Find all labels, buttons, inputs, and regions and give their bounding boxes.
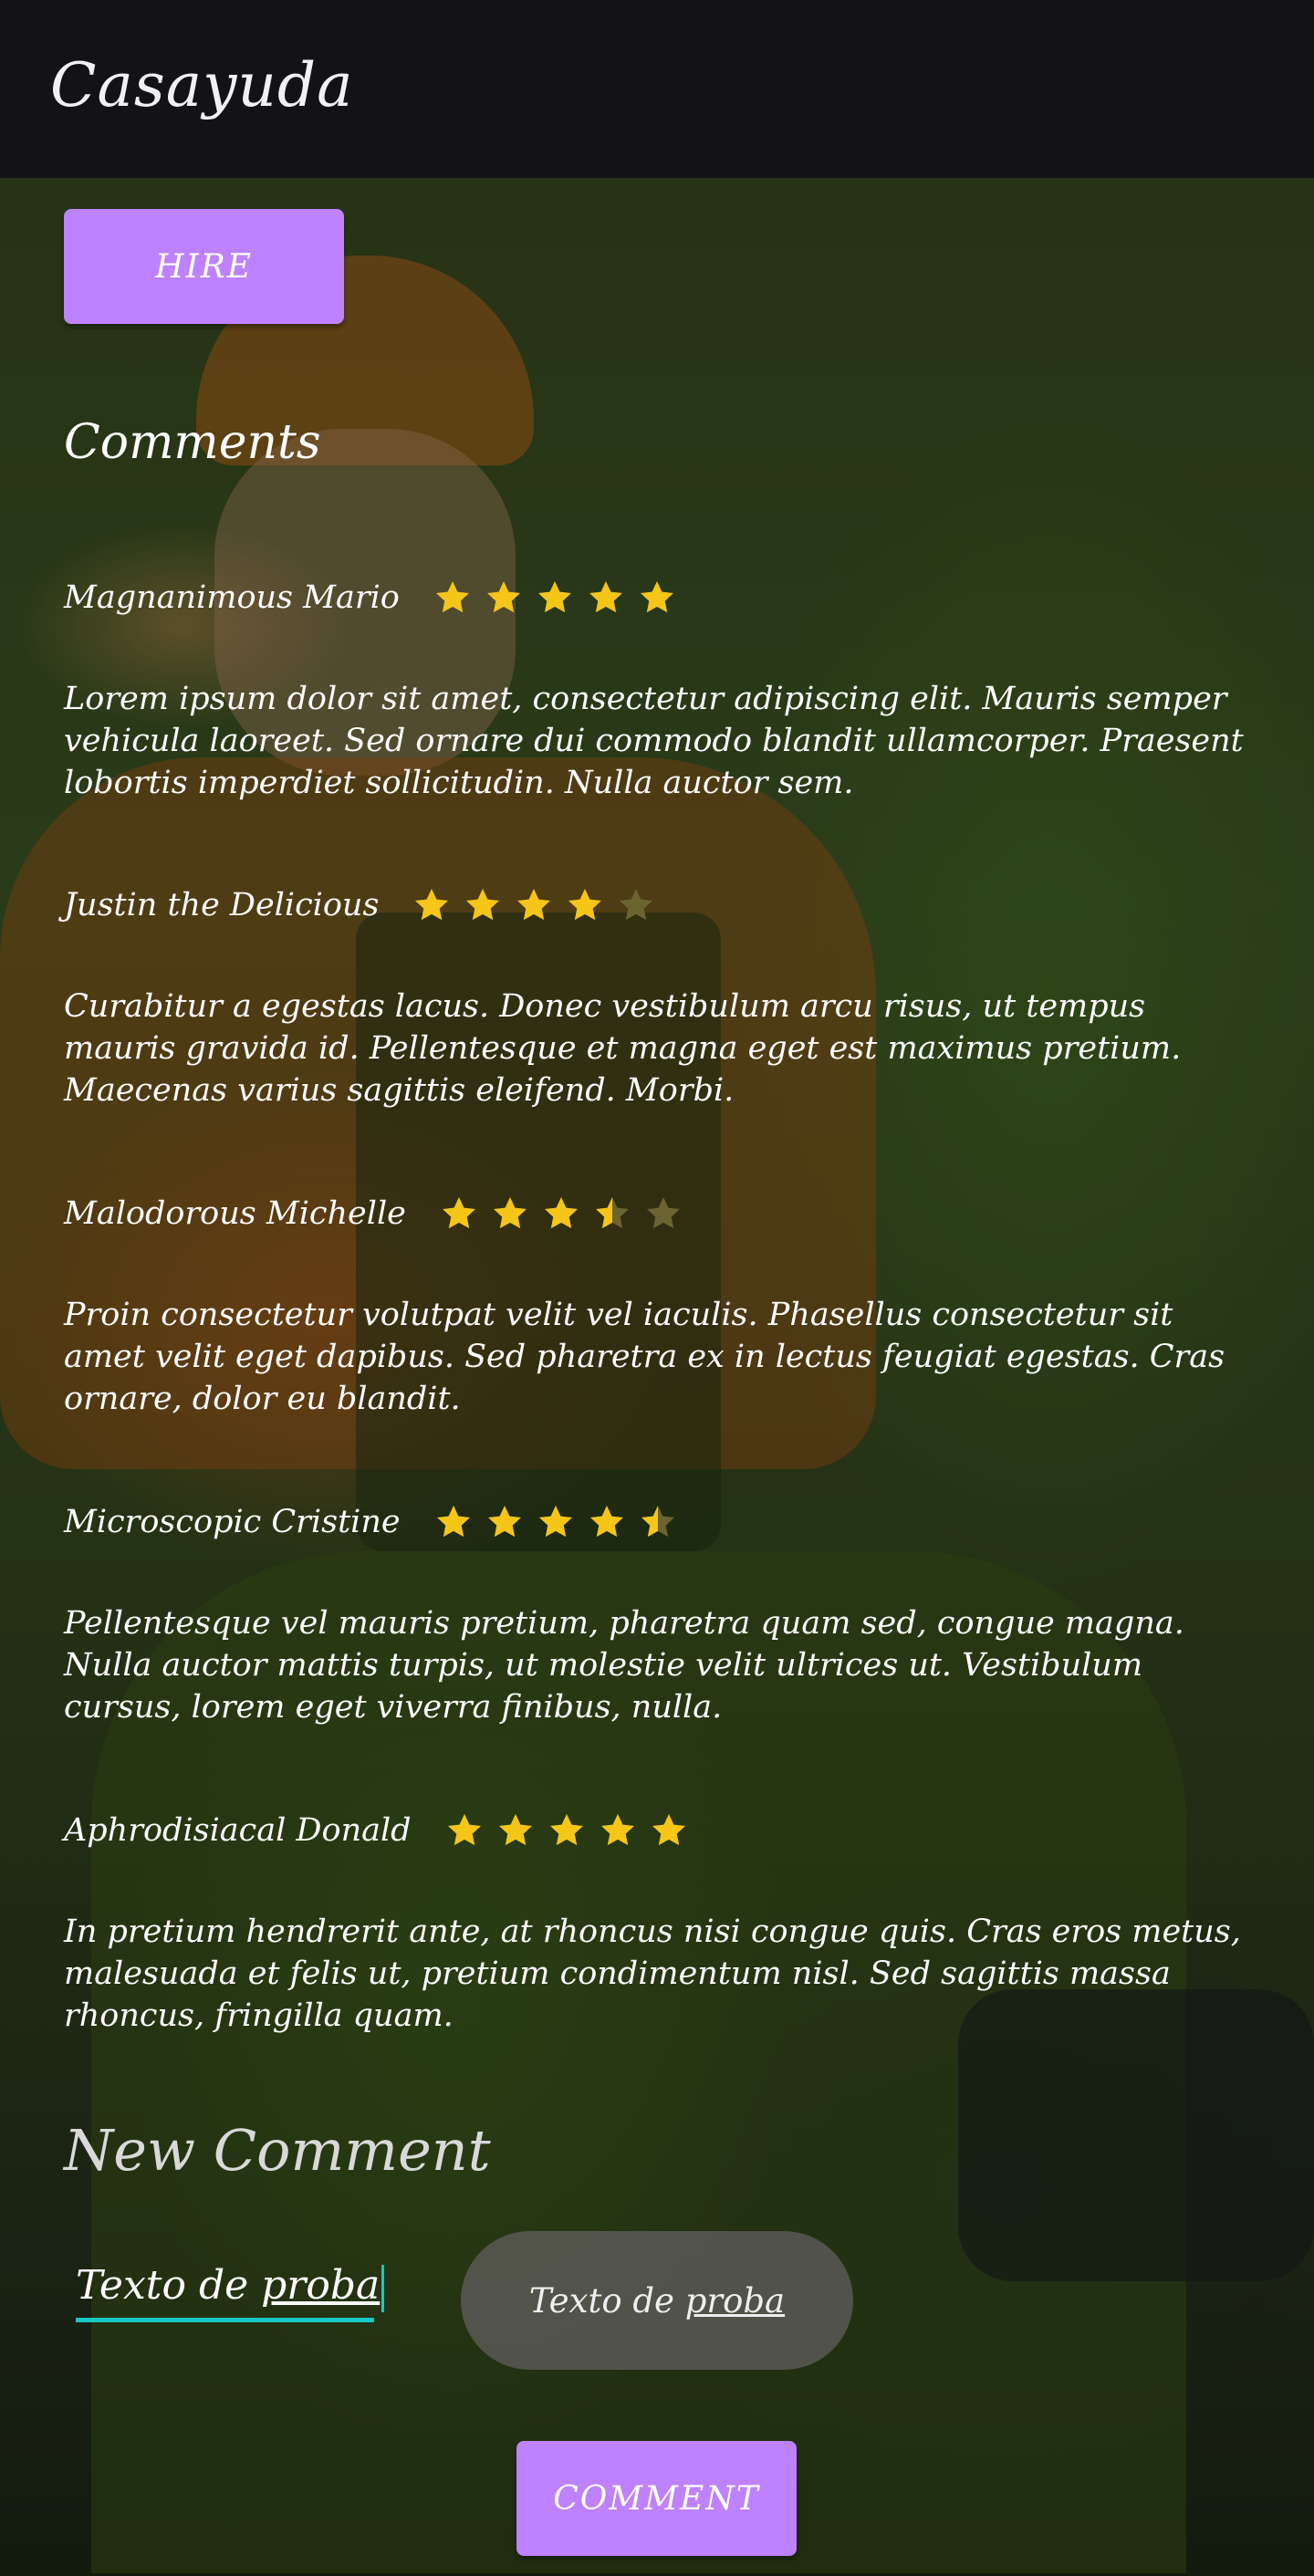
- reviewer-name: Malodorous Michelle: [64, 1195, 406, 1232]
- reviewer-name: Aphrodisiacal Donald: [64, 1812, 412, 1849]
- review-header: Malodorous Michelle: [64, 1186, 1250, 1241]
- pill-field-prefix: Texto de: [528, 2280, 685, 2320]
- review-text: In pretium hendrerit ante, at rhoncus ni…: [64, 1914, 1241, 2034]
- star-icon: [649, 1810, 689, 1851]
- comment-input[interactable]: Texto de proba: [76, 2254, 385, 2322]
- review-item: Microscopic Cristine Pellentesque vel ma…: [64, 1495, 1250, 1728]
- star-rating: [433, 1502, 678, 1542]
- star-icon: [541, 1194, 581, 1234]
- review-item: Aphrodisiacal Donald In pretium hendreri…: [64, 1803, 1250, 2037]
- star-icon: [412, 885, 452, 925]
- star-icon: [643, 1194, 683, 1234]
- review-text: Proin consectetur volutpat velit vel iac…: [64, 1297, 1225, 1417]
- hire-button[interactable]: HIRE: [64, 209, 344, 324]
- review-header: Microscopic Cristine: [64, 1495, 1250, 1549]
- review-header: Aphrodisiacal Donald: [64, 1803, 1250, 1858]
- star-icon: [490, 1194, 530, 1234]
- reviewer-name: Justin the Delicious: [64, 887, 380, 923]
- review-item: Malodorous Michelle Proin consectetur vo…: [64, 1186, 1250, 1420]
- star-icon: [433, 1502, 474, 1542]
- app-bar: Casayuda: [0, 0, 1314, 178]
- reviewer-name: Magnanimous Mario: [64, 579, 400, 616]
- star-icon: [514, 885, 554, 925]
- review-item: Justin the Delicious Curabitur a egestas…: [64, 878, 1250, 1111]
- star-icon: [535, 578, 575, 618]
- review-text: Curabitur a egestas lacus. Donec vestibu…: [64, 988, 1182, 1109]
- star-rating: [444, 1810, 689, 1851]
- review-header: Magnanimous Mario: [64, 570, 1250, 625]
- new-comment-title: New Comment: [64, 2117, 491, 2184]
- review-item: Magnanimous Mario Lorem ipsum dolor sit …: [64, 570, 1250, 804]
- review-text: Lorem ipsum dolor sit amet, consectetur …: [64, 681, 1244, 801]
- star-rating: [433, 578, 677, 618]
- star-icon: [586, 578, 626, 618]
- app-title: Casayuda: [50, 50, 354, 120]
- pill-field-word: proba: [684, 2280, 786, 2320]
- main-content: HIRE Comments Magnanimous Mario Lorem ip…: [0, 0, 1314, 2576]
- star-icon: [587, 1502, 627, 1542]
- star-rating: [439, 1194, 683, 1234]
- star-icon: [485, 1502, 525, 1542]
- text-caret: [381, 2264, 385, 2312]
- star-icon: [439, 1194, 479, 1234]
- star-icon: [536, 1502, 576, 1542]
- review-header: Justin the Delicious: [64, 878, 1250, 933]
- review-text: Pellentesque vel mauris pretium, pharetr…: [64, 1605, 1184, 1726]
- star-icon: [616, 885, 656, 925]
- star-icon: [598, 1810, 638, 1851]
- comments-title: Comments: [64, 415, 321, 470]
- star-icon: [547, 1810, 587, 1851]
- reviewer-name: Microscopic Cristine: [64, 1504, 401, 1540]
- star-icon: [463, 885, 503, 925]
- star-rating: [412, 885, 656, 925]
- star-icon: [637, 578, 677, 618]
- star-icon: [565, 885, 605, 925]
- comment-input-prefix: Texto de: [76, 2262, 262, 2309]
- star-icon: [592, 1194, 632, 1234]
- star-icon: [484, 578, 524, 618]
- comment-button[interactable]: COMMENT: [516, 2441, 797, 2556]
- star-icon: [433, 578, 473, 618]
- comment-input-word: proba: [261, 2262, 381, 2309]
- star-icon: [444, 1810, 485, 1851]
- comment-pill-field[interactable]: Texto de proba: [461, 2231, 853, 2370]
- star-icon: [638, 1502, 678, 1542]
- star-icon: [495, 1810, 536, 1851]
